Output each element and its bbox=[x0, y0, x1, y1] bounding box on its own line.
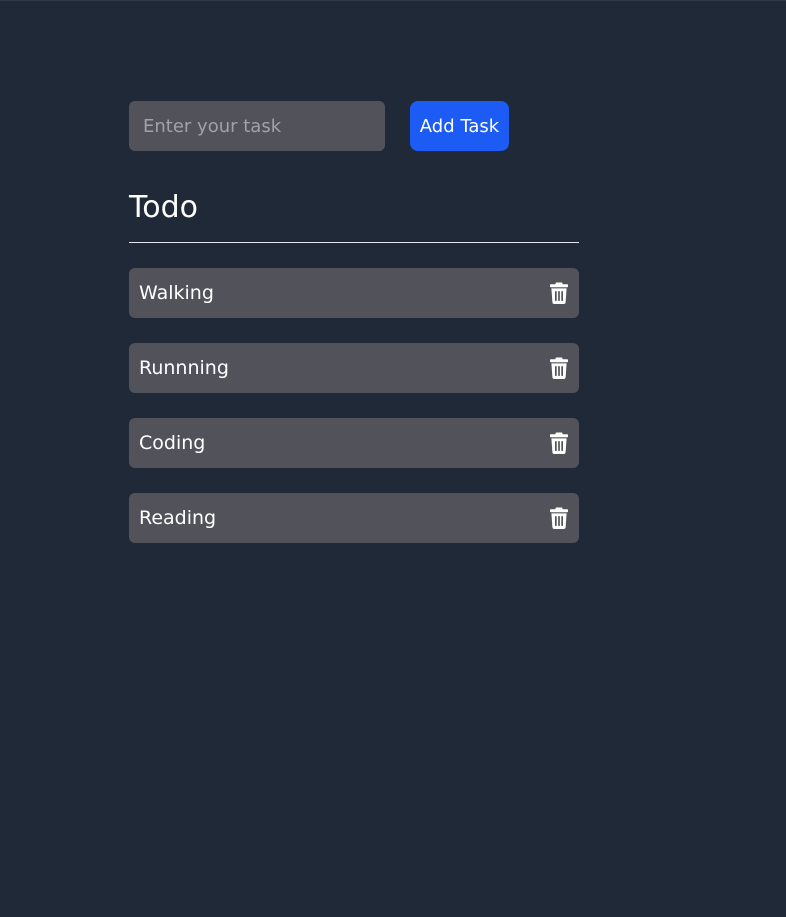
section-title: Todo bbox=[129, 190, 198, 225]
add-task-button[interactable]: Add Task bbox=[410, 101, 509, 151]
trash-icon[interactable] bbox=[549, 356, 569, 380]
trash-icon[interactable] bbox=[549, 281, 569, 305]
task-item: Runnning bbox=[129, 343, 579, 393]
task-item: Coding bbox=[129, 418, 579, 468]
task-input[interactable] bbox=[129, 101, 385, 151]
task-item: Walking bbox=[129, 268, 579, 318]
task-item: Reading bbox=[129, 493, 579, 543]
trash-icon[interactable] bbox=[549, 506, 569, 530]
trash-icon[interactable] bbox=[549, 431, 569, 455]
task-label: Runnning bbox=[139, 357, 229, 379]
task-label: Walking bbox=[139, 282, 214, 304]
task-label: Coding bbox=[139, 432, 206, 454]
task-entry-row: Add Task bbox=[129, 101, 579, 151]
task-list: Walking Runnning Coding Reading bbox=[129, 268, 579, 543]
divider bbox=[129, 242, 579, 243]
task-label: Reading bbox=[139, 507, 217, 529]
todo-app: Add Task Todo Walking Runnning bbox=[129, 101, 579, 568]
